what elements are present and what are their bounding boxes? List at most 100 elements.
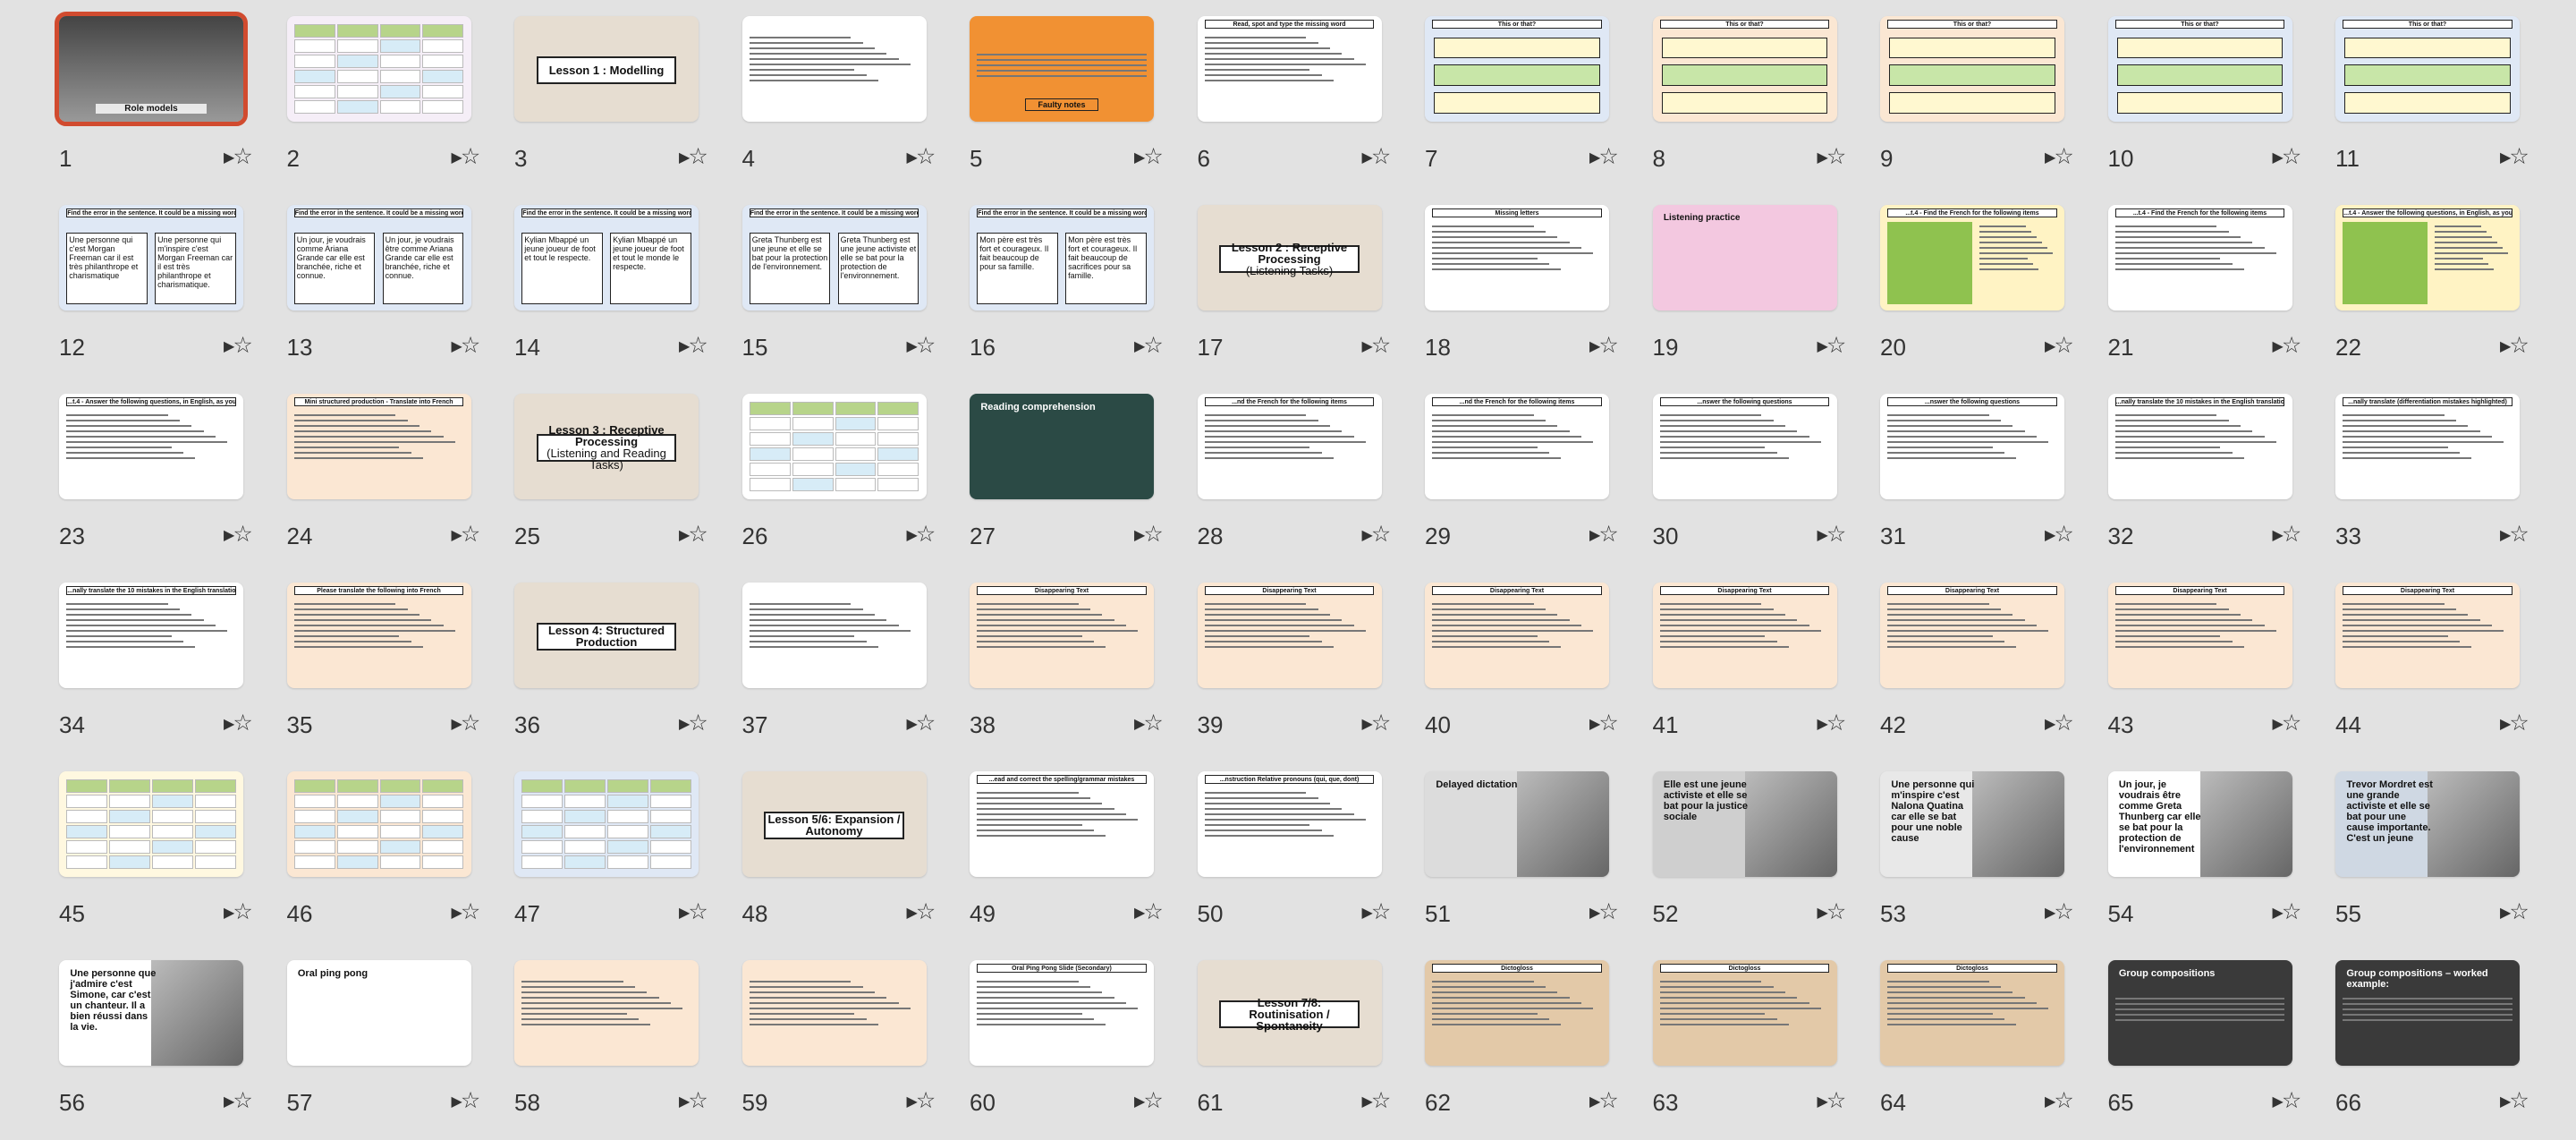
slide-thumbnail[interactable]: ...nally translate the 10 mistakes in th… (2107, 394, 2292, 499)
animation-indicator-icon[interactable]: ▶☆ (224, 898, 253, 927)
animation-indicator-icon[interactable]: ▶☆ (2273, 1087, 2302, 1116)
animation-indicator-icon[interactable]: ▶☆ (1362, 521, 1392, 549)
slide-thumbnail[interactable]: Disappearing Text (1197, 583, 1382, 688)
slide-thumbnail[interactable]: Dictogloss (1652, 960, 1837, 1066)
slide-thumbnail[interactable]: ...nd the French for the following items (1197, 394, 1382, 499)
animation-indicator-icon[interactable]: ▶☆ (1134, 710, 1164, 738)
slide-thumbnail[interactable]: Role models (55, 12, 248, 126)
slide-thumbnail[interactable]: Listening practice (1652, 205, 1837, 311)
animation-indicator-icon[interactable]: ▶☆ (1362, 710, 1392, 738)
animation-indicator-icon[interactable]: ▶☆ (452, 1087, 481, 1116)
animation-indicator-icon[interactable]: ▶☆ (2273, 710, 2302, 738)
slide-thumbnail[interactable]: Group compositions – worked example: (2335, 960, 2520, 1066)
animation-indicator-icon[interactable]: ▶☆ (907, 1087, 936, 1116)
slide-thumbnail[interactable]: Lesson 2 : Receptive Processing (Listenin… (1197, 205, 1382, 311)
animation-indicator-icon[interactable]: ▶☆ (2045, 143, 2074, 172)
slide-thumbnail[interactable]: This or that? (2335, 16, 2520, 122)
animation-indicator-icon[interactable]: ▶☆ (907, 898, 936, 927)
slide-thumbnail[interactable]: Find the error in the sentence. It could… (970, 205, 1154, 311)
slide-thumbnail[interactable]: Disappearing Text (2335, 583, 2520, 688)
slide-thumbnail[interactable]: ...nswer the following questions (1880, 394, 2064, 499)
slide-thumbnail[interactable]: ...nswer the following questions (1652, 394, 1837, 499)
slide-thumbnail[interactable]: Lesson 3 : Receptive Processing (Listenin… (514, 394, 699, 499)
animation-indicator-icon[interactable]: ▶☆ (224, 521, 253, 549)
slide-thumbnail[interactable]: Dictogloss (1880, 960, 2064, 1066)
slide-thumbnail[interactable]: Elle est une jeune activiste et elle se … (1652, 771, 1837, 877)
slide-thumbnail[interactable] (741, 16, 927, 122)
slide-thumbnail[interactable]: Mini structured production - Translate i… (286, 394, 471, 499)
slide-thumbnail[interactable]: Find the error in the sentence. It could… (59, 205, 243, 311)
slide-thumbnail[interactable]: ...nd the French for the following items (1425, 394, 1609, 499)
slide-thumbnail[interactable]: Lesson 5/6: Expansion / Autonomy (741, 771, 927, 877)
animation-indicator-icon[interactable]: ▶☆ (2500, 143, 2529, 172)
animation-indicator-icon[interactable]: ▶☆ (1589, 898, 1619, 927)
animation-indicator-icon[interactable]: ▶☆ (452, 898, 481, 927)
animation-indicator-icon[interactable]: ▶☆ (1818, 710, 1847, 738)
animation-indicator-icon[interactable]: ▶☆ (2045, 710, 2074, 738)
animation-indicator-icon[interactable]: ▶☆ (224, 1087, 253, 1116)
animation-indicator-icon[interactable]: ▶☆ (1818, 332, 1847, 361)
slide-thumbnail[interactable]: Disappearing Text (1425, 583, 1609, 688)
animation-indicator-icon[interactable]: ▶☆ (1134, 1087, 1164, 1116)
animation-indicator-icon[interactable]: ▶☆ (2273, 898, 2302, 927)
animation-indicator-icon[interactable]: ▶☆ (907, 332, 936, 361)
animation-indicator-icon[interactable]: ▶☆ (1134, 143, 1164, 172)
animation-indicator-icon[interactable]: ▶☆ (224, 332, 253, 361)
slide-thumbnail[interactable]: Find the error in the sentence. It could… (741, 205, 927, 311)
slide-thumbnail[interactable]: Une personne que j'admire c'est Simone, … (59, 960, 243, 1066)
slide-thumbnail[interactable]: Faulty notes (970, 16, 1154, 122)
animation-indicator-icon[interactable]: ▶☆ (2045, 898, 2074, 927)
animation-indicator-icon[interactable]: ▶☆ (452, 143, 481, 172)
slide-thumbnail[interactable]: Find the error in the sentence. It could… (286, 205, 471, 311)
slide-thumbnail[interactable]: Oral ping pong (286, 960, 471, 1066)
animation-indicator-icon[interactable]: ▶☆ (1589, 332, 1619, 361)
animation-indicator-icon[interactable]: ▶☆ (1589, 710, 1619, 738)
slide-thumbnail[interactable]: Lesson 1 : Modelling (514, 16, 699, 122)
animation-indicator-icon[interactable]: ▶☆ (452, 521, 481, 549)
slide-thumbnail[interactable]: ...t.4 - Answer the following questions,… (59, 394, 243, 499)
slide-thumbnail[interactable]: ...t.4 - Find the French for the followi… (2107, 205, 2292, 311)
slide-thumbnail[interactable] (514, 960, 699, 1066)
animation-indicator-icon[interactable]: ▶☆ (679, 898, 708, 927)
animation-indicator-icon[interactable]: ▶☆ (2500, 332, 2529, 361)
animation-indicator-icon[interactable]: ▶☆ (1818, 143, 1847, 172)
animation-indicator-icon[interactable]: ▶☆ (2273, 521, 2302, 549)
slide-thumbnail[interactable]: Delayed dictation (1425, 771, 1609, 877)
animation-indicator-icon[interactable]: ▶☆ (2045, 332, 2074, 361)
animation-indicator-icon[interactable]: ▶☆ (1362, 1087, 1392, 1116)
slide-thumbnail[interactable] (741, 583, 927, 688)
slide-thumbnail[interactable]: Group compositions (2107, 960, 2292, 1066)
animation-indicator-icon[interactable]: ▶☆ (224, 143, 253, 172)
animation-indicator-icon[interactable]: ▶☆ (1362, 332, 1392, 361)
animation-indicator-icon[interactable]: ▶☆ (907, 143, 936, 172)
slide-thumbnail[interactable]: This or that? (2107, 16, 2292, 122)
slide-thumbnail[interactable] (286, 16, 471, 122)
slide-thumbnail[interactable]: Disappearing Text (1880, 583, 2064, 688)
slide-thumbnail[interactable]: Disappearing Text (2107, 583, 2292, 688)
animation-indicator-icon[interactable]: ▶☆ (1589, 521, 1619, 549)
animation-indicator-icon[interactable]: ▶☆ (2500, 1087, 2529, 1116)
animation-indicator-icon[interactable]: ▶☆ (679, 332, 708, 361)
slide-thumbnail[interactable]: Lesson 4: Structured Production (514, 583, 699, 688)
animation-indicator-icon[interactable]: ▶☆ (1818, 898, 1847, 927)
animation-indicator-icon[interactable]: ▶☆ (907, 521, 936, 549)
slide-thumbnail[interactable]: ...nally translate (differentiation mist… (2335, 394, 2520, 499)
slide-thumbnail[interactable]: This or that? (1880, 16, 2064, 122)
animation-indicator-icon[interactable]: ▶☆ (1362, 898, 1392, 927)
animation-indicator-icon[interactable]: ▶☆ (679, 143, 708, 172)
animation-indicator-icon[interactable]: ▶☆ (1589, 143, 1619, 172)
slide-thumbnail[interactable]: Dictogloss (1425, 960, 1609, 1066)
animation-indicator-icon[interactable]: ▶☆ (679, 521, 708, 549)
animation-indicator-icon[interactable]: ▶☆ (679, 1087, 708, 1116)
animation-indicator-icon[interactable]: ▶☆ (2273, 143, 2302, 172)
animation-indicator-icon[interactable]: ▶☆ (2500, 521, 2529, 549)
slide-thumbnail[interactable]: Please translate the following into Fren… (286, 583, 471, 688)
slide-thumbnail[interactable]: This or that? (1425, 16, 1609, 122)
animation-indicator-icon[interactable]: ▶☆ (2045, 521, 2074, 549)
slide-thumbnail[interactable] (59, 771, 243, 877)
slide-thumbnail[interactable]: Une personne qui m'inspire c'est Nalona … (1880, 771, 2064, 877)
animation-indicator-icon[interactable]: ▶☆ (452, 332, 481, 361)
slide-thumbnail[interactable]: Find the error in the sentence. It could… (514, 205, 699, 311)
animation-indicator-icon[interactable]: ▶☆ (1818, 1087, 1847, 1116)
slide-thumbnail[interactable]: ...t.4 - Answer the following questions,… (2335, 205, 2520, 311)
